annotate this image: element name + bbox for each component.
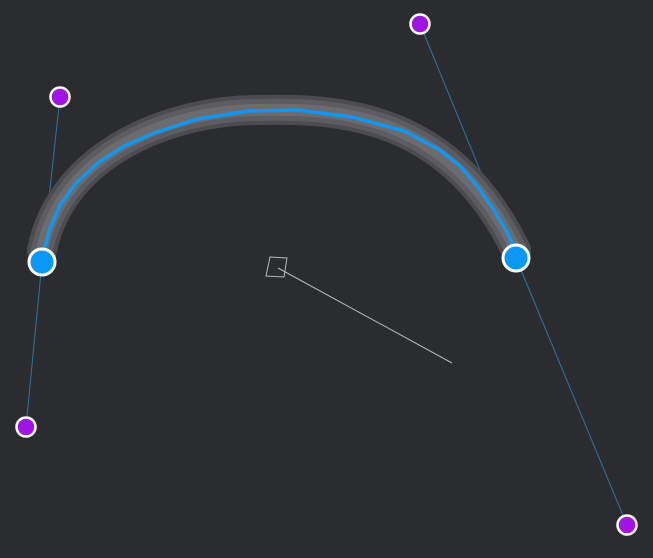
control-handle-start-out[interactable] bbox=[49, 86, 71, 108]
bezier-curve[interactable] bbox=[41, 108, 518, 257]
handle-line-end-down bbox=[515, 257, 628, 526]
anchor-point-end[interactable] bbox=[501, 243, 531, 273]
transform-gizmo-icon[interactable] bbox=[265, 256, 288, 278]
control-handle-end-out[interactable] bbox=[616, 514, 638, 536]
anchor-point-start[interactable] bbox=[27, 247, 57, 277]
curve-tube-shadow bbox=[27, 94, 531, 265]
curve-tube-body bbox=[31, 98, 527, 261]
curve-editor-viewport[interactable] bbox=[0, 0, 653, 558]
handle-line-start-down bbox=[25, 261, 43, 428]
curve-canvas[interactable] bbox=[0, 0, 653, 558]
control-handle-end-in[interactable] bbox=[409, 13, 431, 35]
gizmo-direction-line bbox=[277, 267, 453, 364]
curve-tube-highlight bbox=[36, 103, 522, 256]
control-handle-start-in[interactable] bbox=[15, 416, 37, 438]
